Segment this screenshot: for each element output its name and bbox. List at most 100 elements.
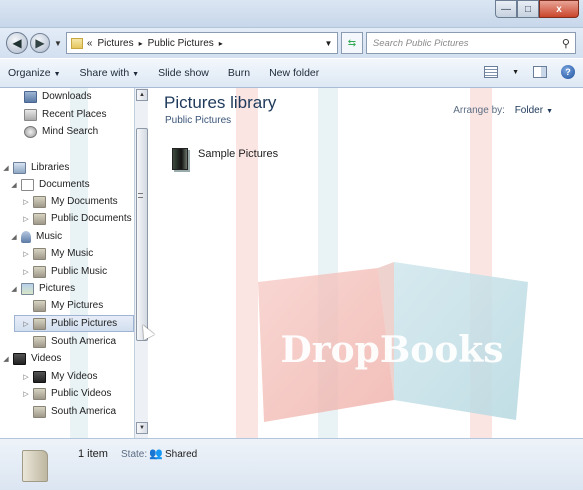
refresh-icon: ⇆ — [347, 37, 357, 49]
downloads-icon — [24, 90, 37, 103]
recent-pages-dropdown[interactable]: ▼ — [54, 39, 62, 48]
arrange-by-dropdown[interactable]: Folder ▼ — [515, 105, 553, 116]
nav-label: Recent Places — [42, 109, 107, 120]
share-with-menu[interactable]: Share with ▼ — [80, 67, 140, 79]
item-count: 1 item — [78, 448, 108, 460]
nav-label: South America — [51, 336, 117, 347]
organize-menu[interactable]: Organize ▼ — [8, 67, 61, 79]
folder-icon — [33, 265, 46, 278]
expanded-arrow-icon[interactable]: ◢ — [10, 285, 18, 293]
state-label: State: — [121, 449, 148, 460]
expanded-arrow-icon[interactable]: ◢ — [2, 164, 10, 172]
search-input[interactable] — [372, 37, 553, 49]
folder-icon — [33, 387, 46, 400]
chevron-down-icon: ▼ — [132, 71, 140, 78]
nav-item-my-videos[interactable]: ▷ My Videos — [22, 368, 148, 385]
collapsed-arrow-icon[interactable]: ▷ — [22, 320, 30, 328]
nav-item-pictures[interactable]: ◢ Pictures — [10, 280, 144, 297]
arrange-by-label: Arrange by: — [453, 105, 505, 116]
nav-item-my-documents[interactable]: ▷ My Documents — [22, 193, 148, 210]
collapsed-arrow-icon[interactable]: ▷ — [22, 198, 30, 206]
toolbar-right: ▼ ? — [484, 65, 575, 79]
address-dropdown-button[interactable]: ▼ — [319, 32, 338, 54]
folder-icon — [33, 335, 46, 348]
back-arrow-icon: ◀ — [12, 36, 22, 50]
breadcrumb-pictures[interactable]: Pictures — [97, 38, 133, 49]
chevron-down-icon: ▼ — [546, 108, 553, 115]
search-box[interactable]: ⚲ — [365, 32, 576, 54]
folder-icon — [33, 195, 46, 208]
breadcrumb-separator[interactable]: ▸ — [219, 39, 223, 48]
nav-item-downloads[interactable]: Downloads — [24, 88, 148, 105]
nav-item-mind-search[interactable]: Mind Search — [24, 123, 148, 140]
maximize-button[interactable]: □ — [517, 0, 539, 18]
new-folder-button[interactable]: New folder — [269, 67, 319, 79]
chevron-down-icon[interactable]: ▼ — [512, 69, 519, 76]
folder-icon — [33, 247, 46, 260]
preview-pane-icon[interactable] — [533, 66, 547, 78]
help-icon[interactable]: ? — [561, 65, 575, 79]
nav-label: Pictures — [39, 283, 76, 294]
nav-scrollbar[interactable]: ▲ ▼ — [134, 88, 148, 438]
nav-item-public-pictures[interactable]: ▷ Public Pictures — [14, 315, 134, 332]
collapsed-arrow-icon[interactable]: ▷ — [22, 373, 30, 381]
expanded-arrow-icon[interactable]: ◢ — [10, 233, 18, 241]
nav-item-videos[interactable]: ◢ Videos — [2, 350, 136, 367]
nav-item-documents[interactable]: ◢ Documents — [10, 176, 144, 193]
expanded-arrow-icon[interactable]: ◢ — [2, 355, 10, 363]
nav-label: Libraries — [31, 162, 70, 173]
collapsed-arrow-icon[interactable]: ▷ — [22, 215, 30, 223]
folder-icon — [22, 450, 48, 482]
slide-show-button[interactable]: Slide show — [158, 67, 209, 79]
nav-label: My Videos — [51, 371, 98, 382]
nav-item-recent-places[interactable]: Recent Places — [24, 106, 148, 123]
scroll-up-button[interactable]: ▲ — [136, 89, 148, 101]
search-folder-icon — [24, 125, 37, 138]
nav-label: Public Videos — [51, 388, 112, 399]
title-bar: — □ x — [0, 0, 583, 28]
nav-item-south-america-pictures[interactable]: South America — [33, 333, 148, 350]
scroll-thumb[interactable] — [136, 128, 148, 341]
libraries-icon — [13, 161, 26, 174]
nav-label: Music — [36, 231, 63, 242]
change-view-icon[interactable] — [484, 66, 499, 78]
minimize-button[interactable]: — — [495, 0, 517, 18]
file-name: Sample Pictures — [198, 148, 279, 160]
collapsed-arrow-icon[interactable]: ▷ — [22, 390, 30, 398]
nav-item-my-music[interactable]: ▷ My Music — [22, 245, 148, 262]
nav-item-libraries[interactable]: ◢ Libraries — [2, 159, 136, 176]
nav-item-my-pictures[interactable]: My Pictures — [33, 297, 148, 314]
folder-icon — [33, 299, 46, 312]
nav-item-music[interactable]: ◢ Music — [10, 228, 144, 245]
refresh-button[interactable]: ⇆ — [340, 32, 363, 54]
file-item[interactable]: Sample Pictures — [172, 145, 278, 170]
expanded-arrow-icon[interactable]: ◢ — [10, 181, 18, 189]
nav-item-south-america-videos[interactable]: South America — [33, 403, 148, 420]
scroll-down-button[interactable]: ▼ — [136, 422, 148, 434]
documents-icon — [21, 178, 34, 191]
burn-button[interactable]: Burn — [228, 67, 250, 79]
forward-arrow-icon: ▶ — [35, 36, 45, 50]
nav-item-public-videos[interactable]: ▷ Public Videos — [22, 385, 148, 402]
breadcrumb-public-pictures[interactable]: Public Pictures — [148, 38, 214, 49]
breadcrumb-separator[interactable]: ▸ — [139, 39, 143, 48]
folder-icon — [172, 148, 188, 170]
videos-icon — [13, 352, 26, 365]
address-prefix[interactable]: « — [87, 38, 93, 49]
caption-buttons: — □ x — [495, 0, 579, 18]
forward-button[interactable]: ▶ — [30, 33, 50, 53]
nav-item-public-documents[interactable]: ▷ Public Documents — [22, 210, 134, 227]
nav-label: Public Documents — [51, 213, 132, 224]
nav-item-public-music[interactable]: ▷ Public Music — [22, 263, 148, 280]
collapsed-arrow-icon[interactable]: ▷ — [22, 250, 30, 258]
nav-label: My Music — [51, 248, 94, 259]
back-button[interactable]: ◀ — [6, 32, 28, 54]
collapsed-arrow-icon[interactable]: ▷ — [22, 268, 30, 276]
close-button[interactable]: x — [539, 0, 579, 18]
details-pane: 1 item State: 👥 Shared — [0, 438, 583, 490]
library-title: Pictures library — [164, 93, 277, 112]
folder-icon — [70, 37, 83, 49]
address-bar[interactable]: « Pictures ▸ Public Pictures ▸ — [65, 32, 321, 54]
search-icon[interactable]: ⚲ — [562, 37, 570, 50]
navigation-pane: Downloads Recent Places Mind Search ◢ Lib… — [0, 88, 148, 438]
